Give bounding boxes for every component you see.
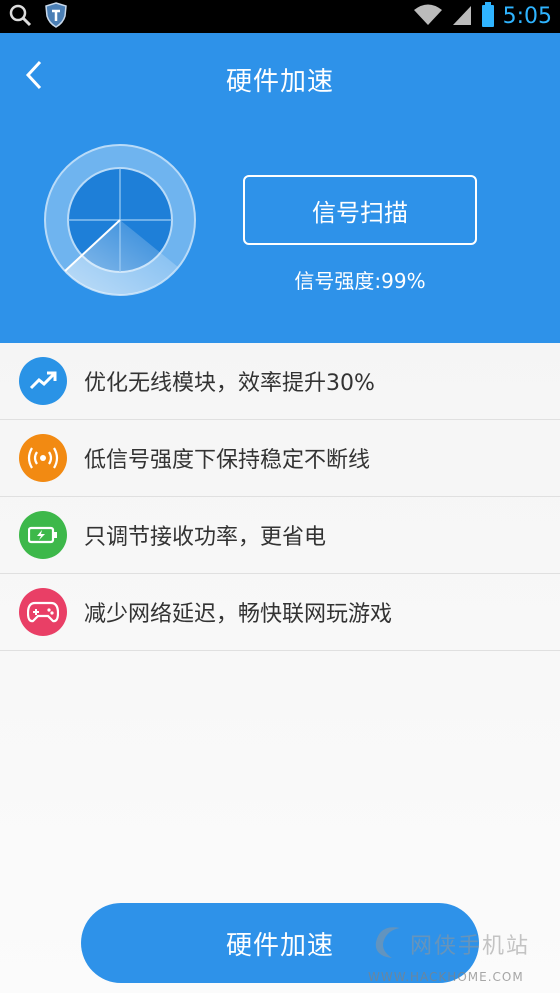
list-item: 优化无线模块，效率提升30% [0,343,560,420]
trend-up-icon [19,357,67,405]
search-icon [8,3,32,31]
list-item: 只调节接收功率，更省电 [0,497,560,574]
feature-list: 优化无线模块，效率提升30% 低信号强度下保持稳定不断线 只调节接收功率，更省电… [0,343,560,651]
gamepad-icon [19,588,67,636]
signal-waves-icon [19,434,67,482]
signal-scan-button[interactable]: 信号扫描 [243,175,477,245]
watermark-url: WWW.HACKHOME.COM [368,970,524,984]
battery-icon [481,1,495,32]
page-title: 硬件加速 [225,67,334,97]
cell-signal-icon [451,3,473,31]
watermark: 网侠手机站 WWW.HACKHOME.COM [360,918,556,990]
battery-charging-icon [19,511,67,559]
feature-text: 优化无线模块，效率提升30% [84,371,375,396]
list-item: 减少网络延迟，畅快联网玩游戏 [0,574,560,651]
radar-indicator [43,143,197,297]
shield-app-icon [44,1,68,32]
status-time: 5:05 [502,4,552,29]
feature-text: 低信号强度下保持稳定不断线 [84,448,371,473]
feature-text: 只调节接收功率，更省电 [84,525,327,550]
screen: 5:05 硬件加速 信号扫描 信号强度:99% 优化无线模块，效率提升30% 低… [0,0,560,993]
feature-text: 减少网络延迟，畅快联网玩游戏 [84,602,393,627]
watermark-logo-icon [375,927,400,958]
signal-strength-text: 信号强度:99% [294,269,426,293]
list-item: 低信号强度下保持稳定不断线 [0,420,560,497]
status-bar: 5:05 [0,0,560,33]
watermark-title: 网侠手机站 [410,934,531,959]
wifi-icon [413,3,443,31]
header: 硬件加速 信号扫描 信号强度:99% [0,33,560,343]
